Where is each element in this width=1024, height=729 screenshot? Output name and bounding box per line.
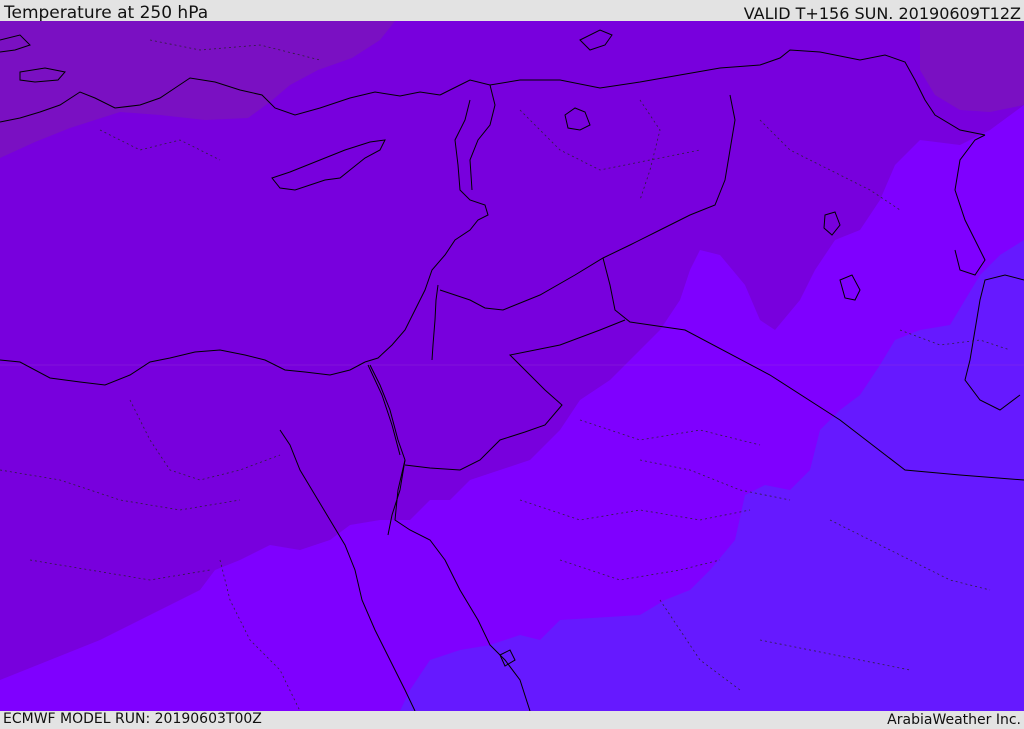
header-bar: Temperature at 250 hPa VALID T+156 SUN. …	[0, 0, 1024, 23]
footer-bar: ECMWF MODEL RUN: 20190603T00Z ArabiaWeat…	[0, 711, 1024, 729]
weather-map	[0, 21, 1024, 711]
map-title: Temperature at 250 hPa	[4, 3, 209, 23]
credit-label: ArabiaWeather Inc.	[887, 712, 1021, 728]
model-run-label: ECMWF MODEL RUN: 20190603T00Z	[3, 711, 262, 727]
